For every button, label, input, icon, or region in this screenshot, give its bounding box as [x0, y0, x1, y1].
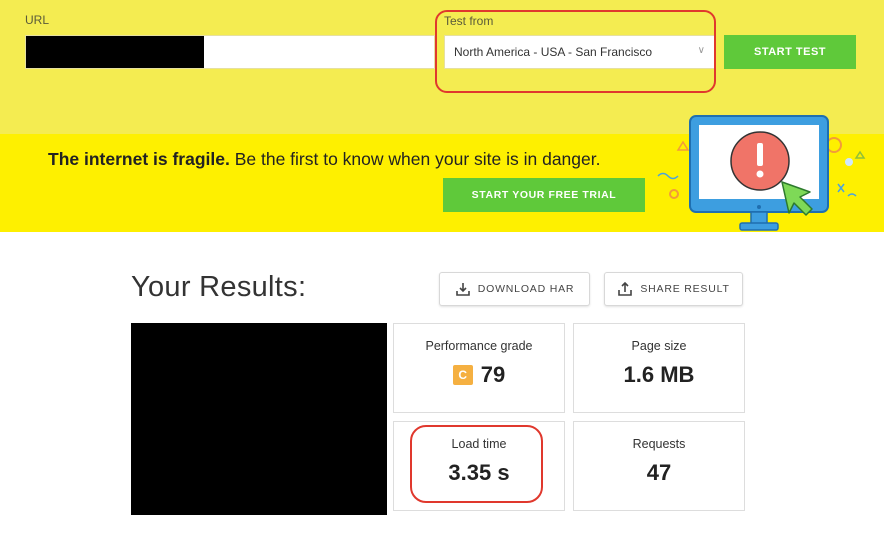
monitor-alert-icon — [657, 115, 866, 231]
download-har-label: DOWNLOAD HAR — [477, 283, 575, 295]
performance-grade-value: C 79 — [394, 362, 564, 388]
grade-badge: C — [452, 365, 473, 385]
share-result-button[interactable]: SHARE RESULT — [604, 272, 743, 306]
free-trial-button[interactable]: START YOUR FREE TRIAL — [443, 178, 645, 212]
banner-rest-text: Be the first to know when your site is i… — [229, 149, 601, 169]
url-label: URL — [25, 13, 50, 27]
load-time-card: Load time 3.35 s — [393, 421, 565, 511]
banner-message: The internet is fragile. Be the first to… — [48, 149, 600, 170]
load-time-value: 3.35 s — [448, 460, 510, 485]
performance-score: 79 — [480, 362, 506, 387]
page: URL Test from North America - USA - San … — [0, 0, 884, 534]
performance-grade-label: Performance grade — [425, 339, 533, 353]
test-from-label: Test from — [444, 14, 494, 28]
download-har-button[interactable]: DOWNLOAD HAR — [439, 272, 590, 306]
page-size-card: Page size 1.6 MB — [573, 323, 745, 413]
requests-value: 47 — [646, 460, 672, 485]
performance-grade-card: Performance grade C 79 — [393, 323, 565, 413]
page-size-label: Page size — [631, 339, 687, 353]
location-select-value: North America - USA - San Francisco — [454, 45, 653, 59]
share-icon — [618, 281, 633, 296]
download-icon — [455, 283, 470, 296]
load-time-label: Load time — [451, 437, 507, 451]
results-title: Your Results: — [131, 271, 307, 303]
requests-label: Requests — [632, 437, 686, 451]
redacted-url — [26, 36, 204, 68]
share-result-label: SHARE RESULT — [640, 283, 730, 295]
requests-card: Requests 47 — [573, 421, 745, 511]
location-select[interactable]: North America - USA - San Francisco ∨ — [444, 35, 716, 69]
start-test-button[interactable]: START TEST — [724, 35, 856, 69]
chevron-down-icon: ∨ — [697, 45, 705, 56]
banner-bold-text: The internet is fragile. — [48, 149, 230, 169]
site-screenshot-redacted — [131, 323, 387, 515]
url-input[interactable] — [25, 35, 435, 69]
page-size-value: 1.6 MB — [623, 362, 695, 387]
